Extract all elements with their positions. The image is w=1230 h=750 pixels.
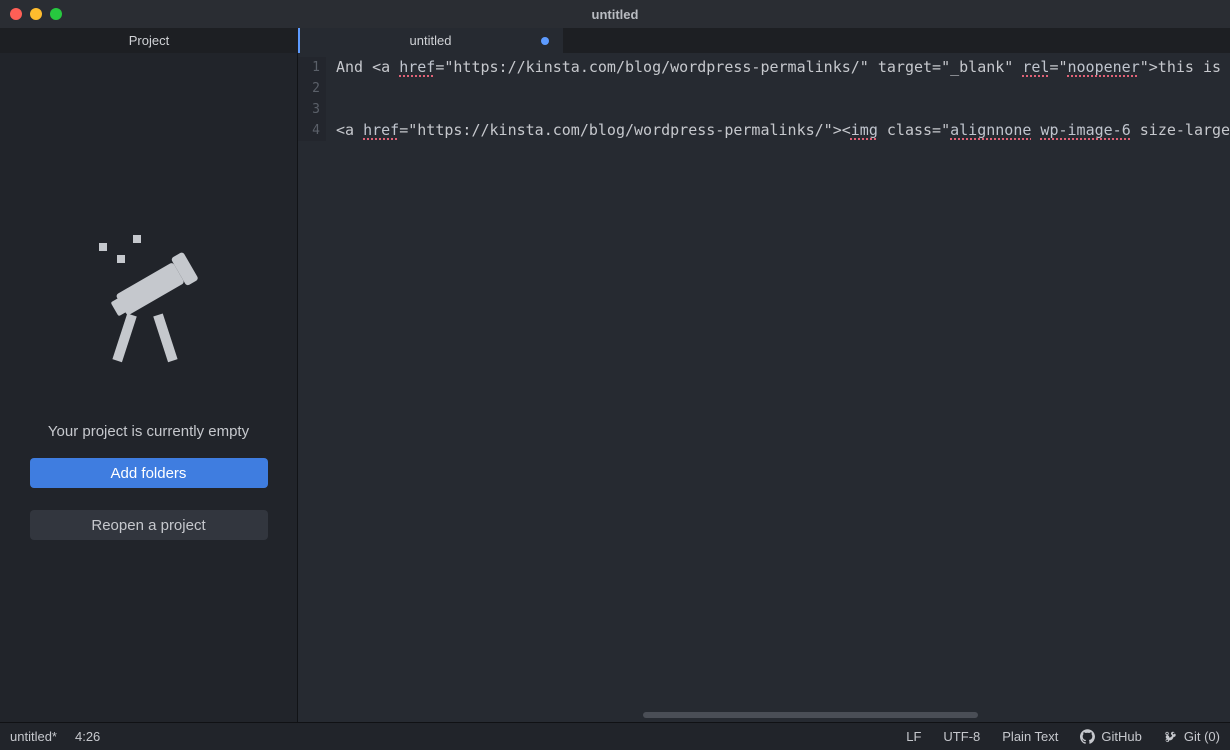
editor-line[interactable]: 3 [298, 99, 1230, 120]
unsaved-indicator-icon [541, 37, 549, 45]
status-github[interactable]: GitHub [1080, 729, 1141, 744]
editor-lines[interactable]: 1And <a href="https://kinsta.com/blog/wo… [298, 53, 1230, 141]
gutter [298, 53, 333, 722]
status-grammar[interactable]: Plain Text [1002, 729, 1058, 744]
empty-project-message: Your project is currently empty [48, 423, 249, 440]
telescope-icon [89, 233, 209, 363]
editor-pane[interactable]: 1And <a href="https://kinsta.com/blog/wo… [298, 53, 1230, 722]
status-bar: untitled* 4:26 LF UTF-8 Plain Text GitHu… [0, 722, 1230, 750]
status-git-label: Git (0) [1184, 729, 1220, 744]
sidebar-tab-project[interactable]: Project [0, 28, 298, 53]
add-folders-button[interactable]: Add folders [30, 458, 268, 488]
status-filename[interactable]: untitled* [10, 729, 57, 744]
status-cursor-position[interactable]: 4:26 [75, 729, 100, 744]
editor-tab-label: untitled [410, 33, 452, 48]
github-icon [1080, 729, 1095, 744]
window-title: untitled [592, 7, 639, 22]
status-encoding[interactable]: UTF-8 [943, 729, 980, 744]
line-content[interactable]: <a href="https://kinsta.com/blog/wordpre… [326, 120, 1230, 141]
status-git[interactable]: Git (0) [1164, 729, 1220, 744]
horizontal-scrollbar[interactable] [643, 712, 978, 718]
editor-line[interactable]: 2 [298, 78, 1230, 99]
line-content[interactable]: And <a href="https://kinsta.com/blog/wor… [326, 57, 1230, 78]
app-window: untitled Project untitled [0, 0, 1230, 750]
active-tab-indicator [298, 28, 300, 53]
tab-row: Project untitled [0, 28, 1230, 53]
reopen-project-button[interactable]: Reopen a project [30, 510, 268, 540]
editor-line[interactable]: 4<a href="https://kinsta.com/blog/wordpr… [298, 120, 1230, 141]
workspace: Your project is currently empty Add fold… [0, 53, 1230, 722]
titlebar[interactable]: untitled [0, 0, 1230, 28]
editor-line[interactable]: 1And <a href="https://kinsta.com/blog/wo… [298, 57, 1230, 78]
sidebar-tab-label: Project [129, 33, 169, 48]
status-line-ending[interactable]: LF [906, 729, 921, 744]
status-github-label: GitHub [1101, 729, 1141, 744]
minimize-window-button[interactable] [30, 8, 42, 20]
zoom-window-button[interactable] [50, 8, 62, 20]
git-branch-icon [1164, 730, 1178, 744]
traffic-lights [10, 8, 62, 20]
close-window-button[interactable] [10, 8, 22, 20]
editor-tab-untitled[interactable]: untitled [298, 28, 563, 53]
editor-tabs: untitled [298, 28, 1230, 53]
project-sidebar: Your project is currently empty Add fold… [0, 53, 298, 722]
